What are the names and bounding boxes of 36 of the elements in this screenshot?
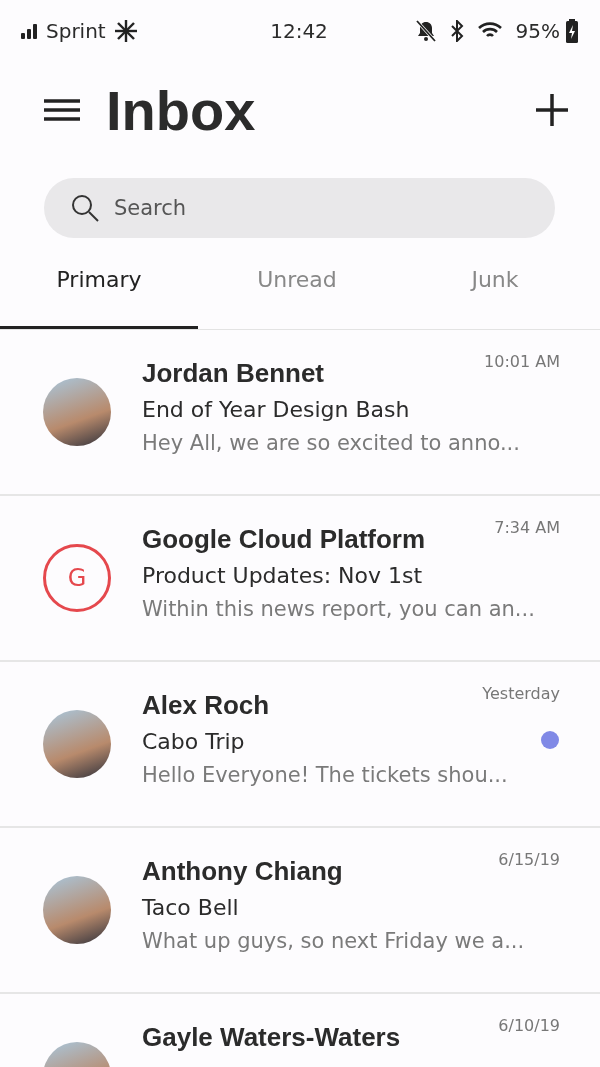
sender-name: Jordan Bennet — [142, 358, 325, 389]
search-icon — [70, 193, 100, 223]
email-subject: Cabo Trip — [142, 729, 245, 754]
email-preview: What up guys, so next Friday we a... — [142, 929, 525, 953]
tab[interactable]: Primary — [0, 252, 198, 329]
email-subject: Product Updates: Nov 1st — [142, 563, 423, 588]
email-preview: Hello Everyone! The tickets shou... — [142, 763, 508, 787]
avatar-letter: G — [43, 544, 111, 612]
plus-icon[interactable] — [536, 94, 568, 126]
email-preview: Within this news report, you can an... — [142, 597, 535, 621]
signal-icon — [20, 23, 38, 39]
bluetooth-icon — [449, 20, 464, 42]
email-subject: Taco Bell — [142, 895, 239, 920]
message-time: Yesterday — [482, 684, 560, 703]
email-subject: End of Year Design Bash — [142, 397, 410, 422]
carrier-name: Sprint — [46, 19, 106, 43]
email-preview: Hey All, we are so excited to anno... — [142, 431, 520, 455]
battery-percent: 95% — [515, 19, 560, 43]
message-row[interactable]: Anthony Chiang 6/15/19 Taco Bell What up guys, so next Friday we a... — [0, 828, 600, 994]
sender-name: Gayle Waters-Waters — [142, 1022, 401, 1053]
message-row[interactable]: Jordan Bennet 10:01 AM End of Year Design Bash Hey All, we are so excited to anno... — [0, 330, 600, 496]
search-field[interactable]: Search — [44, 178, 555, 238]
sender-name: Google Cloud Platform — [142, 524, 426, 555]
clock-time: 12:42 — [270, 19, 328, 43]
message-time: 6/15/19 — [498, 850, 560, 869]
bell-off-icon — [415, 20, 436, 42]
sender-name: Anthony Chiang — [142, 856, 343, 887]
battery-icon — [566, 19, 578, 43]
menu-icon[interactable] — [44, 98, 80, 122]
message-time: 7:34 AM — [494, 518, 560, 537]
sender-name: Alex Roch — [142, 690, 270, 721]
snowflake-icon — [113, 19, 138, 43]
page-title: Inbox — [106, 77, 257, 143]
message-row[interactable]: Gayle Waters-Waters 6/10/19 — [0, 994, 600, 1067]
message-time: 10:01 AM — [484, 352, 560, 371]
message-time: 6/10/19 — [498, 1016, 560, 1035]
